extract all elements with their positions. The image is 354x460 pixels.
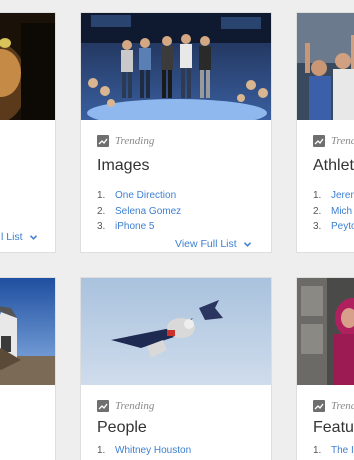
list-item-link[interactable]: iPhone 5 [115, 221, 154, 237]
trending-label: Trend [331, 135, 354, 147]
card-images-image[interactable] [81, 13, 271, 120]
card-featured-body: Trend Featur 1. The I [297, 385, 354, 460]
list-item-number: 1. [97, 190, 106, 201]
trending-chart-icon [97, 135, 109, 147]
list-item: 2. Selena Gomez [97, 206, 181, 222]
card-images: Trending Images 1. One Direction 2. Selena… [80, 12, 272, 253]
view-full-list-link[interactable]: l List [1, 231, 37, 243]
card-people-image[interactable] [81, 278, 271, 385]
list-item-number: 1. [313, 190, 322, 201]
card-title[interactable]: Images [97, 157, 149, 175]
card-left-top-image[interactable] [0, 13, 55, 120]
card-title[interactable]: People [97, 419, 147, 437]
trending-row: Trend [313, 134, 354, 148]
trending-grid: l List Trending Images 1. One Direction … [0, 0, 354, 460]
view-full-list-label: l List [1, 231, 23, 243]
card-left-bottom [0, 277, 56, 460]
card-title[interactable]: Featur [313, 419, 354, 437]
list-item: 1. The I [313, 445, 354, 460]
card-featured: Trend Featur 1. The I [296, 277, 354, 460]
list-item-link[interactable]: Mich [331, 206, 352, 222]
chevron-down-icon [29, 234, 37, 240]
list-item: 1. Jeren [313, 190, 354, 206]
trending-list: 1. Jeren 2. Mich 3. Peyto [313, 190, 354, 237]
trending-chart-icon [313, 135, 325, 147]
list-item-number: 3. [97, 221, 106, 232]
list-item-number: 1. [97, 445, 106, 456]
card-title[interactable]: Athlet [313, 157, 354, 175]
trending-chart-icon [97, 400, 109, 412]
card-athletes-image[interactable] [297, 13, 354, 120]
list-item: 3. Peyto [313, 221, 354, 237]
card-featured-image[interactable] [297, 278, 354, 385]
list-item-link[interactable]: Jeren [331, 190, 354, 206]
trending-row: Trending [97, 134, 154, 148]
list-item-link[interactable]: One Direction [115, 190, 176, 206]
trending-label: Trending [115, 400, 155, 412]
card-images-body: Trending Images 1. One Direction 2. Selena… [81, 120, 271, 252]
trending-label: Trend [331, 400, 354, 412]
view-full-list-label: View Full List [175, 238, 237, 250]
trending-chart-icon [313, 400, 325, 412]
list-item-link[interactable]: Whitney Houston [115, 445, 191, 460]
card-left-bottom-image[interactable] [0, 278, 55, 385]
list-item-number: 2. [97, 205, 106, 217]
list-item-number: 2. [313, 205, 322, 217]
list-item-link[interactable]: Selena Gomez [115, 206, 181, 222]
trending-list: 1. One Direction 2. Selena Gomez 3. iPhone … [97, 190, 181, 237]
card-athletes-body: Trend Athlet 1. Jeren 2. Mich 3. Peyto [297, 120, 354, 252]
list-item-link[interactable]: The I [331, 445, 354, 460]
trending-row: Trend [313, 399, 354, 413]
list-item-link[interactable]: Peyto [331, 221, 354, 237]
card-left-top: l List [0, 12, 56, 253]
list-item: 3. iPhone 5 [97, 221, 181, 237]
card-people-body: Trending People 1. Whitney Houston [81, 385, 271, 460]
chevron-down-icon [243, 241, 251, 247]
list-item-number: 1. [313, 445, 322, 456]
list-item: 1. One Direction [97, 190, 181, 206]
trending-list: 1. The I [313, 445, 354, 460]
trending-row: Trending [97, 399, 154, 413]
view-full-list-link[interactable]: View Full List [175, 238, 251, 250]
list-item-number: 3. [313, 221, 322, 232]
list-item: 2. Mich [313, 206, 354, 222]
trending-label: Trending [115, 135, 155, 147]
list-item: 1. Whitney Houston [97, 445, 191, 460]
trending-list: 1. Whitney Houston [97, 445, 191, 460]
card-athletes: Trend Athlet 1. Jeren 2. Mich 3. Peyto [296, 12, 354, 253]
card-people: Trending People 1. Whitney Houston [80, 277, 272, 460]
